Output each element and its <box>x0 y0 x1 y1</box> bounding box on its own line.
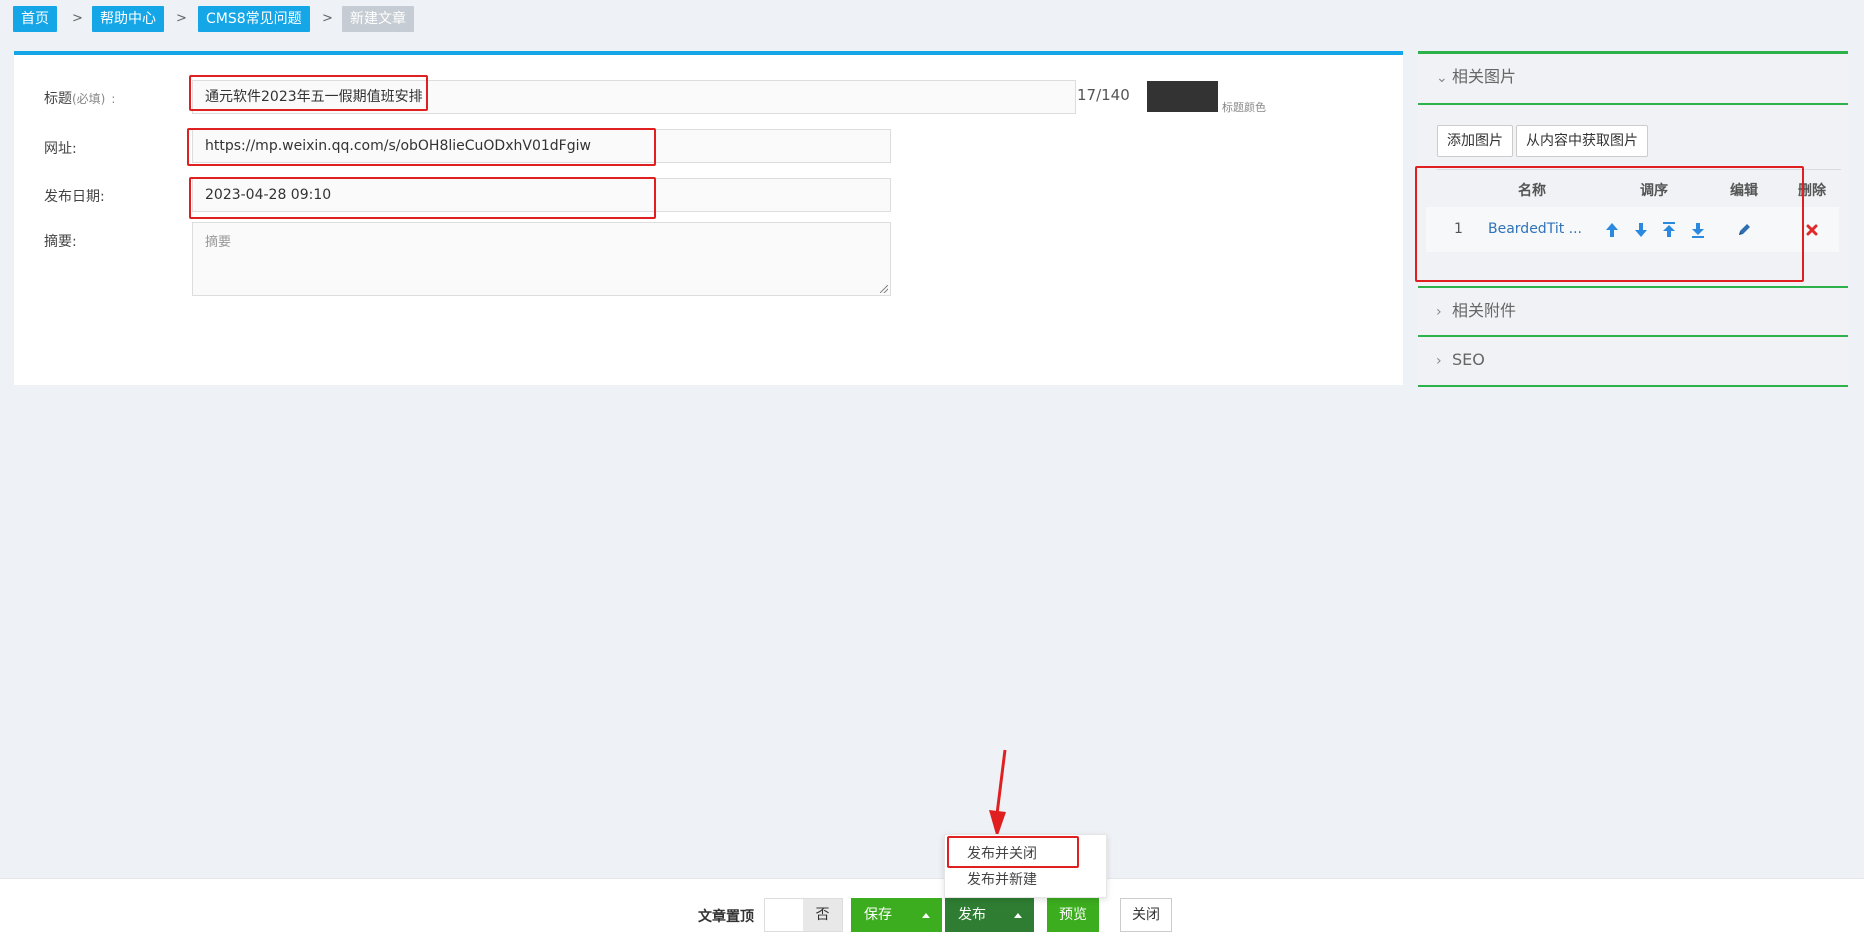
summary-label: 摘要: <box>44 234 77 250</box>
section-divider <box>1418 385 1848 387</box>
breadcrumb-separator: > <box>176 11 187 26</box>
breadcrumb-cms8-faq[interactable]: CMS8常见问题 <box>198 6 310 32</box>
pin-article-label: 文章置顶 <box>698 909 754 925</box>
title-color-label: 标题颜色 <box>1222 101 1266 114</box>
annotation-highlight <box>189 75 428 111</box>
save-button-label: 保存 <box>864 907 892 923</box>
publish-button[interactable]: 发布 <box>945 898 1034 932</box>
title-color-swatch[interactable] <box>1147 81 1218 112</box>
summary-textarea[interactable]: 摘要 <box>192 222 891 296</box>
seo-header[interactable]: › SEO <box>1418 337 1848 385</box>
breadcrumb-separator: > <box>322 11 333 26</box>
summary-placeholder: 摘要 <box>205 235 232 250</box>
chevron-right-icon: › <box>1436 353 1442 369</box>
chevron-right-icon: › <box>1436 304 1442 320</box>
title-char-counter: 17/140 <box>1077 86 1130 104</box>
url-label: 网址: <box>44 141 77 157</box>
publish-date-label: 发布日期: <box>44 189 105 205</box>
menu-item-publish-and-new[interactable]: 发布并新建 <box>967 869 1037 889</box>
breadcrumb-help-center[interactable]: 帮助中心 <box>92 6 164 32</box>
annotation-highlight <box>189 177 656 219</box>
title-label: 标题(必填): <box>44 91 116 107</box>
save-button[interactable]: 保存 <box>851 898 942 932</box>
breadcrumb-home[interactable]: 首页 <box>13 6 57 32</box>
related-attachments-header[interactable]: › 相关附件 <box>1418 288 1848 336</box>
annotation-highlight <box>1415 166 1804 282</box>
publish-button-label: 发布 <box>958 907 986 923</box>
related-images-header[interactable]: ⌄ 相关图片 <box>1418 54 1848 103</box>
breadcrumb-new-article: 新建文章 <box>342 6 414 32</box>
preview-button[interactable]: 预览 <box>1047 898 1099 932</box>
caret-up-icon[interactable] <box>1014 913 1022 918</box>
resize-grip-icon[interactable] <box>880 285 888 293</box>
add-image-button[interactable]: 添加图片 <box>1437 125 1513 157</box>
get-images-from-content-button[interactable]: 从内容中获取图片 <box>1516 125 1648 157</box>
breadcrumb-separator: > <box>72 11 83 26</box>
annotation-arrow <box>989 749 1007 838</box>
pin-toggle[interactable]: 否 <box>764 898 843 932</box>
pin-toggle-value: 否 <box>803 899 842 931</box>
caret-up-icon[interactable] <box>922 913 930 918</box>
annotation-highlight <box>187 128 656 166</box>
annotation-highlight <box>947 836 1079 868</box>
chevron-down-icon: ⌄ <box>1436 70 1448 86</box>
close-button[interactable]: 关闭 <box>1120 898 1172 932</box>
delete-icon[interactable] <box>1804 221 1820 239</box>
